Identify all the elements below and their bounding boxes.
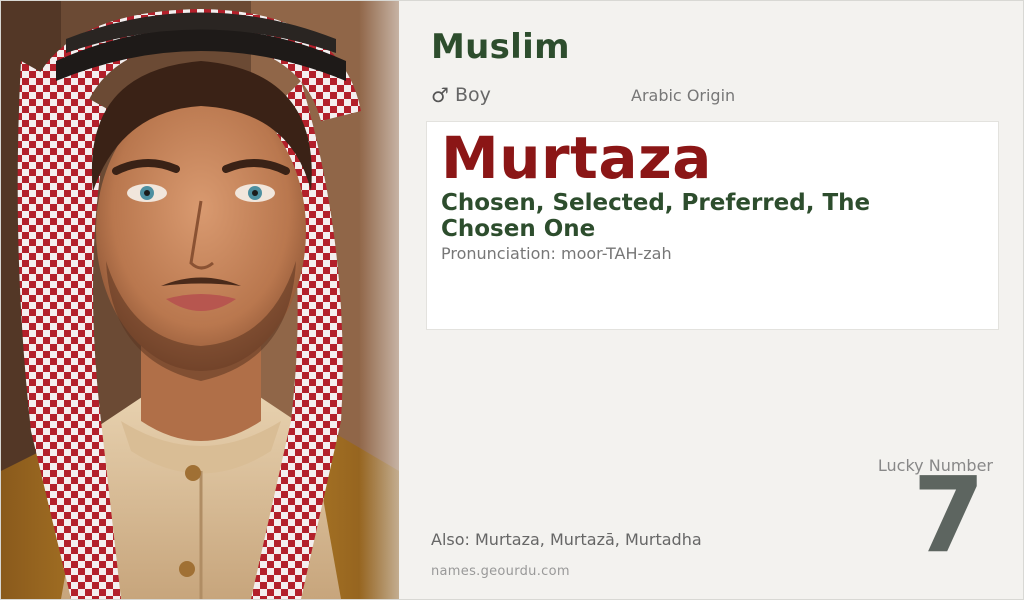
gender-label: ♂ Boy [431, 83, 491, 107]
religion-heading: Muslim [431, 27, 570, 67]
portrait-image [1, 1, 399, 599]
portrait-edge-fade [359, 1, 399, 599]
alternate-spellings: Also: Murtaza, Murtazā, Murtadha [431, 530, 702, 549]
website-watermark: names.geourdu.com [431, 564, 570, 579]
name-card: Muslim ♂ Boy Arabic Origin Murtaza Chose… [0, 0, 1024, 600]
name-title: Murtaza [441, 124, 712, 192]
lucky-number-value: 7 [912, 454, 985, 576]
male-symbol-icon: ♂ [431, 83, 449, 107]
portrait-illustration [1, 1, 399, 599]
name-meaning: Chosen, Selected, Preferred, The Chosen … [441, 190, 871, 242]
gender-text: Boy [454, 84, 491, 106]
name-panel: Murtaza Chosen, Selected, Preferred, The… [426, 121, 999, 330]
origin-label: Arabic Origin [631, 86, 736, 105]
pronunciation-text: Pronunciation: moor-TAH-zah [441, 244, 672, 263]
